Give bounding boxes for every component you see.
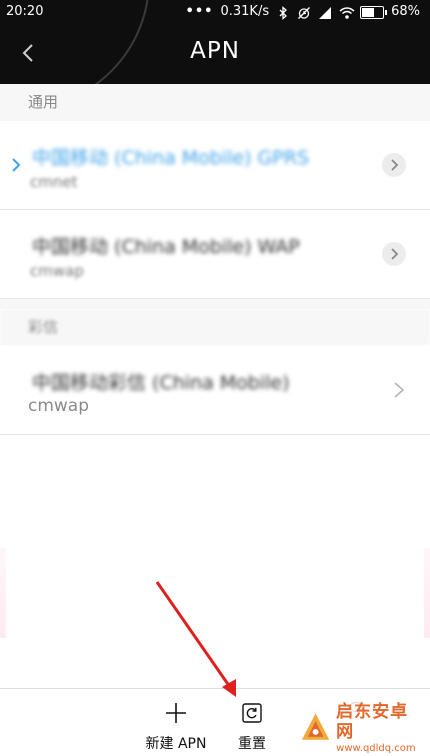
page-title: APN (190, 38, 240, 64)
watermark-logo-icon (301, 713, 330, 740)
selected-check-icon (10, 157, 22, 173)
apn-list: 通用 中国移动 (China Mobile) GPRS cmnet 中国移动 (… (0, 84, 430, 435)
section-label-mms: 彩信 (0, 309, 430, 346)
apn-name: 中国移动彩信 (China Mobile) (32, 372, 290, 394)
watermark-name: 启东安卓网 (336, 701, 409, 742)
section-divider (0, 299, 430, 309)
edge-tint-right (424, 548, 430, 638)
chevron-circle-icon[interactable] (382, 242, 406, 266)
watermark-url: www.qdldq.com (336, 742, 416, 754)
battery-charging-icon (360, 5, 388, 19)
status-dots: ••• (185, 4, 214, 19)
alarm-off-icon (297, 5, 311, 19)
wifi-icon (339, 5, 355, 19)
edge-tint-left (0, 548, 6, 638)
net-speed: 0.31K/s (220, 4, 270, 19)
chevron-right-icon[interactable] (392, 380, 406, 400)
status-time: 20:20 (6, 4, 44, 19)
title-bar: APN (0, 24, 430, 84)
apn-row-gprs[interactable]: 中国移动 (China Mobile) GPRS cmnet (0, 121, 430, 210)
plus-icon (166, 703, 186, 723)
section-label-general: 通用 (0, 84, 430, 121)
bluetooth-icon (276, 5, 290, 20)
apn-name: 中国移动 (China Mobile) WAP (32, 236, 300, 258)
status-bar: 20:20 ••• 0.31K/s 68% (0, 0, 430, 24)
apn-sub: cmwap (30, 262, 84, 280)
reset-icon (242, 703, 262, 723)
new-apn-label: 新建 APN (145, 736, 207, 752)
apn-row-mms[interactable]: 中国移动彩信 (China Mobile) cmwap (0, 346, 430, 435)
apn-sub: cmwap (28, 396, 90, 416)
top-header: 20:20 ••• 0.31K/s 68% APN (0, 0, 430, 84)
apn-row-wap[interactable]: 中国移动 (China Mobile) WAP cmwap (0, 210, 430, 299)
battery-percent: 68% (391, 4, 420, 19)
apn-sub: cmnet (30, 173, 78, 191)
signal-icon (318, 5, 332, 19)
chevron-circle-icon[interactable] (382, 153, 406, 177)
apn-name: 中国移动 (China Mobile) GPRS (32, 147, 309, 169)
new-apn-button[interactable]: 新建 APN (144, 701, 208, 753)
reset-button[interactable]: 重置 (232, 701, 272, 753)
reset-label: 重置 (238, 736, 266, 752)
watermark: 启东安卓网 www.qdldq.com (298, 701, 424, 754)
